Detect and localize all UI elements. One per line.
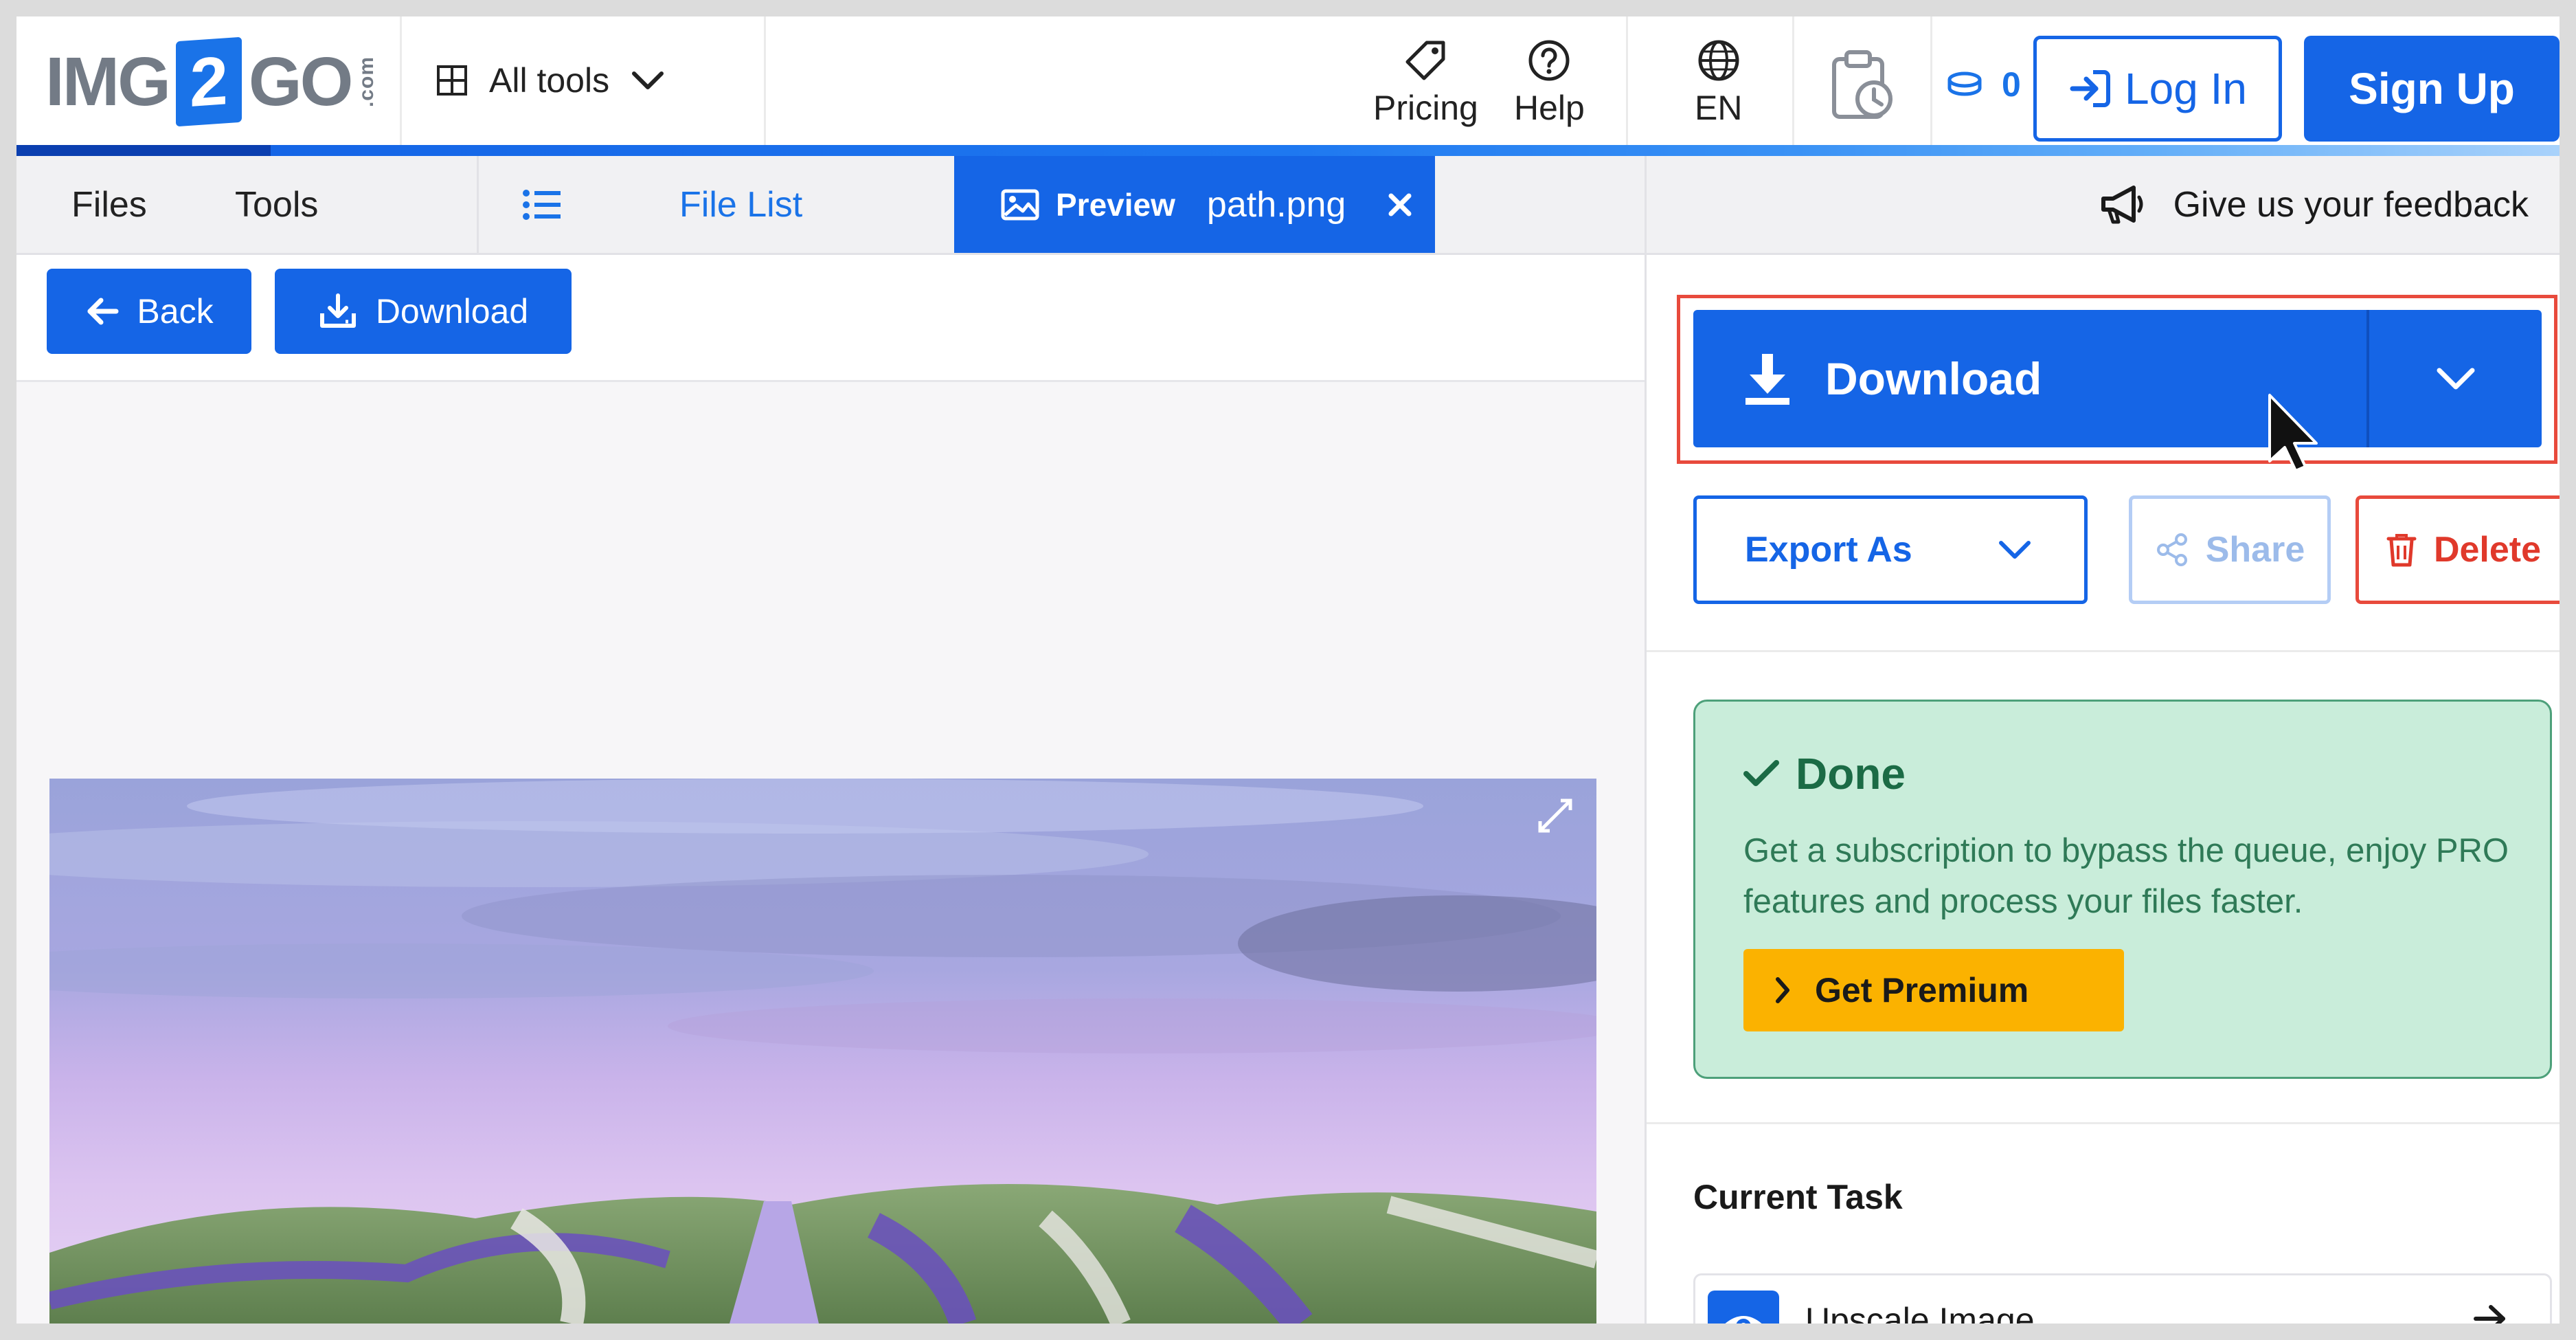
language-label: EN: [1695, 89, 1743, 127]
header-divider: [1792, 16, 1794, 145]
coins-icon: [1947, 71, 1982, 98]
download-options-toggle[interactable]: [2369, 310, 2542, 447]
done-title: Done: [1796, 749, 1906, 799]
get-premium-label: Get Premium: [1815, 971, 2029, 1009]
mouse-cursor-icon: [2267, 392, 2322, 475]
get-premium-button[interactable]: Get Premium: [1743, 949, 2124, 1031]
done-message: Get a subscription to bypass the queue, …: [1743, 832, 2509, 920]
help-circle-icon: [1527, 38, 1571, 88]
panel-divider: [1647, 650, 2560, 652]
task-label: Upscale Image: [1805, 1301, 2035, 1324]
tab-file-list[interactable]: File List: [679, 156, 802, 253]
header-progress-bar: [16, 145, 2560, 156]
credits-counter[interactable]: 0: [1947, 65, 2021, 104]
arrow-right-icon[interactable]: [2473, 1303, 2509, 1324]
tab-file-list-label: File List: [679, 184, 803, 225]
trash-icon: [2386, 532, 2417, 568]
panel-divider: [1647, 1122, 2560, 1124]
logo-text-go: GO: [248, 43, 354, 120]
arrow-left-icon: [84, 296, 119, 326]
feedback-link[interactable]: Give us your feedback: [2098, 156, 2529, 253]
delete-label: Delete: [2433, 530, 2542, 570]
language-selector[interactable]: EN: [1695, 38, 1742, 128]
tab-bar: Files Tools File List Preview path.png G…: [16, 156, 2560, 255]
preview-pane: Back Download: [16, 255, 1645, 1324]
pricing-label: Pricing: [1373, 89, 1478, 127]
all-tools-label: All tools: [489, 61, 610, 100]
tab-tools-label: Tools: [235, 184, 319, 225]
check-icon: [1743, 759, 1779, 789]
header-divider: [1626, 16, 1628, 145]
globe-icon: [1697, 38, 1741, 88]
download-button[interactable]: Download: [1693, 310, 2366, 447]
top-header: IMG 2 GO .com All tools Pricing Help EN …: [16, 16, 2560, 145]
export-as-button[interactable]: Export As: [1693, 495, 2088, 604]
done-heading: Done: [1743, 748, 1906, 799]
app-window: IMG 2 GO .com All tools Pricing Help EN …: [16, 16, 2560, 1324]
chevron-down-icon: [2435, 365, 2476, 392]
logo-text-box: 2: [175, 36, 242, 127]
share-icon: [2155, 533, 2189, 567]
credits-count: 0: [2002, 65, 2021, 104]
tab-divider: [477, 156, 479, 253]
delete-button[interactable]: Delete: [2355, 495, 2560, 604]
logo-text-suffix: .com: [355, 56, 379, 108]
chevron-down-icon: [630, 68, 666, 93]
toolbar-download-button[interactable]: Download: [275, 269, 572, 354]
download-label: Download: [1825, 353, 2042, 404]
tab-tools[interactable]: Tools: [235, 156, 318, 253]
history-clipboard-icon[interactable]: [1823, 47, 1899, 122]
login-label: Log In: [2125, 64, 2247, 113]
current-task-heading: Current Task: [1693, 1178, 1903, 1216]
pricing-link[interactable]: Pricing: [1373, 38, 1478, 128]
toolbar-download-label: Download: [375, 292, 529, 331]
chevron-right-icon: [1774, 976, 1792, 1004]
img2go-logo[interactable]: IMG 2 GO .com: [45, 36, 379, 127]
export-as-label: Export As: [1745, 530, 1912, 570]
signup-button[interactable]: Sign Up: [2304, 36, 2560, 142]
help-link[interactable]: Help: [1514, 38, 1585, 128]
tab-files-label: Files: [71, 184, 147, 225]
image-icon: [1001, 189, 1039, 221]
share-label: Share: [2205, 530, 2305, 570]
tab-preview-filename: path.png: [1206, 184, 1346, 225]
all-tools-menu[interactable]: All tools: [436, 56, 666, 104]
download-icon: [1743, 353, 1792, 405]
price-tag-icon: [1403, 38, 1447, 88]
close-icon[interactable]: [1387, 192, 1413, 218]
download-split-button[interactable]: Download: [1693, 310, 2542, 447]
megaphone-icon: [2098, 183, 2146, 226]
logo-text-img: IMG: [45, 43, 171, 120]
chevron-down-icon: [1998, 539, 2032, 561]
done-status-card: Done Get a subscription to bypass the qu…: [1693, 700, 2552, 1079]
back-label: Back: [137, 292, 214, 331]
back-button[interactable]: Back: [47, 269, 251, 354]
eye-icon: [1708, 1291, 1779, 1324]
help-label: Help: [1514, 89, 1585, 127]
grid-icon: [436, 64, 468, 97]
list-icon[interactable]: [522, 156, 562, 253]
feedback-label: Give us your feedback: [2173, 184, 2529, 225]
task-upscale-image[interactable]: Upscale Image: [1693, 1273, 2552, 1324]
header-divider: [400, 16, 402, 145]
login-arrow-icon: [2068, 68, 2112, 109]
preview-image: [49, 779, 1596, 1324]
header-divider: [1930, 16, 1932, 145]
tab-preview[interactable]: Preview path.png: [954, 156, 1435, 253]
tab-files[interactable]: Files: [71, 156, 147, 253]
signup-label: Sign Up: [2349, 64, 2515, 113]
tab-preview-label: Preview: [1056, 186, 1175, 223]
preview-toolbar: Back Download: [16, 255, 1645, 382]
share-button[interactable]: Share: [2129, 495, 2331, 604]
header-divider: [764, 16, 766, 145]
login-button[interactable]: Log In: [2033, 36, 2282, 142]
download-tray-icon: [318, 293, 358, 330]
action-panel: Download Export As Share Delete Done Get…: [1647, 255, 2560, 1324]
